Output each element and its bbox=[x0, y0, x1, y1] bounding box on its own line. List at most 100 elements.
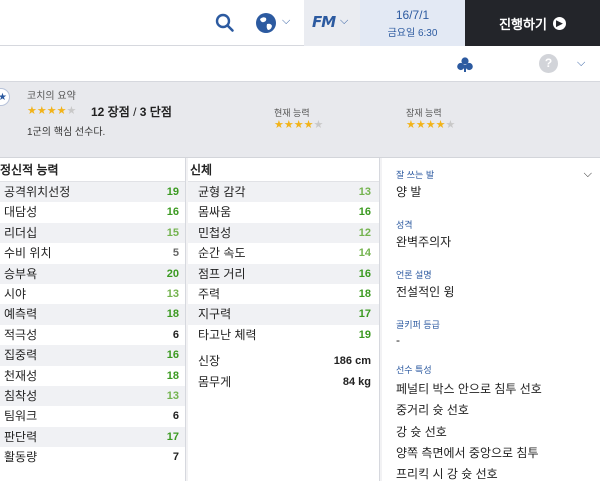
mental-attribute-row[interactable]: 집중력 16 bbox=[0, 345, 185, 366]
help-icon[interactable]: ? bbox=[539, 54, 558, 73]
physical-attribute-row[interactable]: 균형 감각 13 bbox=[188, 182, 379, 203]
chevron-down-icon[interactable]: ⌵ bbox=[282, 15, 290, 28]
player-traits-label: 선수 특성 bbox=[396, 365, 432, 375]
attribute-value: 16 bbox=[166, 349, 179, 362]
physical-attribute-row[interactable]: 점프 거리 16 bbox=[188, 263, 379, 284]
goalkeeper-rating-label: 골키퍼 등급 bbox=[396, 320, 440, 330]
attribute-name: 시야 bbox=[4, 286, 27, 301]
attribute-value: 6 bbox=[172, 410, 179, 423]
personality: 성격 완벽주의자 bbox=[382, 218, 600, 250]
trait-item: 양쪽 측면에서 중앙으로 침투 bbox=[396, 445, 539, 460]
height-row: 신장 186 cm bbox=[188, 351, 379, 371]
mental-attribute-row[interactable]: 천재성 18 bbox=[0, 366, 185, 386]
chevron-down-icon[interactable]: ⌵ bbox=[577, 57, 585, 70]
mental-attribute-row[interactable]: 승부욕 20 bbox=[0, 263, 185, 284]
preferred-foot-value: 양 발 bbox=[396, 185, 422, 199]
potential-ability-label: 잠재 능력 bbox=[406, 108, 442, 118]
trait-item: 강 슛 선호 bbox=[396, 424, 447, 439]
summary-separator: / bbox=[129, 105, 140, 119]
date-text: 16/7/1 bbox=[395, 8, 430, 22]
attribute-value: 17 bbox=[166, 430, 179, 443]
physical-attribute-row[interactable]: 주력 18 bbox=[188, 284, 379, 304]
mental-attribute-row[interactable]: 판단력 17 bbox=[0, 426, 185, 448]
physical-attribute-row[interactable]: 순간 속도 14 bbox=[188, 243, 379, 263]
attribute-value: 19 bbox=[358, 328, 371, 341]
sub-bar: ? ⌵ bbox=[0, 46, 600, 82]
current-ability-label: 현재 능력 bbox=[274, 108, 310, 118]
attribute-value: 18 bbox=[358, 287, 371, 300]
attribute-value: 18 bbox=[166, 369, 179, 382]
top-bar: ⌵ FM ⌵ 16/7/1 금요일 6:30 진행하기 ▶ bbox=[0, 0, 600, 46]
trait-item: 중거리 슛 선호 bbox=[396, 403, 469, 418]
mental-attribute-row[interactable]: 예측력 18 bbox=[0, 304, 185, 325]
weaknesses-count: 3 단점 bbox=[139, 105, 172, 119]
mental-attribute-row[interactable]: 활동량 7 bbox=[0, 447, 185, 467]
media-description: 언론 설명 전설적인 윙 bbox=[382, 268, 600, 300]
weight-value: 84 kg bbox=[342, 375, 371, 388]
attribute-value: 13 bbox=[166, 287, 179, 300]
mental-attribute-row[interactable]: 수비 위치 5 bbox=[0, 243, 185, 263]
attribute-value: 16 bbox=[358, 267, 371, 280]
attribute-name: 천재성 bbox=[4, 368, 38, 383]
mental-attribute-row[interactable]: 침착성 13 bbox=[0, 385, 185, 407]
attribute-value: 13 bbox=[166, 389, 179, 402]
media-description-value: 전설적인 윙 bbox=[396, 285, 455, 299]
attribute-value: 17 bbox=[358, 308, 371, 321]
media-description-label: 언론 설명 bbox=[396, 270, 432, 280]
preferred-foot-label: 잘 쓰는 발 bbox=[396, 170, 435, 180]
height-value: 186 cm bbox=[333, 355, 371, 368]
globe-icon[interactable] bbox=[254, 11, 278, 35]
player-info: ⌵ 잘 쓰는 발 양 발 성격 완벽주의자 언론 설명 전설적인 윙 골키퍼 등… bbox=[382, 158, 600, 481]
attribute-value: 14 bbox=[358, 247, 371, 260]
goalkeeper-rating-value: - bbox=[396, 333, 400, 347]
physical-attribute-row[interactable]: 타고난 체력 19 bbox=[188, 325, 379, 345]
attribute-name: 승부욕 bbox=[4, 266, 38, 281]
continue-button[interactable]: 진행하기 ▶ bbox=[465, 0, 600, 46]
attribute-name: 적극성 bbox=[4, 327, 38, 342]
attribute-value: 6 bbox=[172, 328, 179, 341]
attribute-name: 몸싸움 bbox=[198, 205, 232, 220]
attribute-value: 16 bbox=[166, 206, 179, 219]
attribute-value: 7 bbox=[172, 451, 179, 464]
attribute-name: 판단력 bbox=[4, 429, 38, 444]
mental-attributes: 정신적 능력 공격위치선정 19 대담성 16 리더십 15 수비 위치 5 승부욕 20 시야 13… bbox=[0, 158, 186, 481]
fm-logo: FM bbox=[312, 13, 336, 31]
mental-attribute-row[interactable]: 대담성 16 bbox=[0, 202, 185, 222]
attribute-name: 침착성 bbox=[4, 388, 38, 403]
attribute-name: 공격위치선정 bbox=[4, 185, 71, 199]
physical-attribute-row[interactable]: 지구력 17 bbox=[188, 304, 379, 325]
attribute-name: 순간 속도 bbox=[198, 246, 246, 261]
chevron-down-icon[interactable]: ⌵ bbox=[584, 168, 592, 181]
mental-attribute-row[interactable]: 리더십 15 bbox=[0, 222, 185, 244]
mental-header: 정신적 능력 bbox=[0, 158, 185, 182]
attribute-name: 타고난 체력 bbox=[198, 327, 257, 342]
physical-attribute-row[interactable]: 몸싸움 16 bbox=[188, 202, 379, 222]
attribute-value: 15 bbox=[166, 226, 179, 239]
physical-attributes: 신체 균형 감각 13 몸싸움 16 민첩성 12 순간 속도 14 점프 거리 16 주력 18 지구… bbox=[188, 158, 380, 481]
physical-attribute-row[interactable]: 민첩성 12 bbox=[188, 222, 379, 244]
clubs-icon[interactable] bbox=[456, 56, 474, 74]
weight-label: 몸무게 bbox=[198, 374, 232, 389]
personality-value: 완벽주의자 bbox=[396, 235, 452, 249]
preferred-foot: 잘 쓰는 발 양 발 bbox=[382, 168, 600, 200]
attribute-name: 예측력 bbox=[4, 307, 38, 322]
mental-attribute-row[interactable]: 적극성 6 bbox=[0, 325, 185, 345]
personality-label: 성격 bbox=[396, 220, 413, 230]
mental-attribute-row[interactable]: 팀워크 6 bbox=[0, 406, 185, 426]
attribute-name: 리더십 bbox=[4, 225, 38, 240]
physical-header: 신체 bbox=[188, 158, 379, 182]
attribute-name: 팀워크 bbox=[4, 409, 38, 424]
fm-menu[interactable]: FM ⌵ bbox=[304, 0, 360, 46]
summary-description: 1군의 핵심 선수다. bbox=[27, 127, 106, 138]
potential-ability-stars: ★ ★ ★ ★ ★ bbox=[406, 119, 456, 131]
mental-attribute-row[interactable]: 공격위치선정 19 bbox=[0, 182, 185, 203]
day-time-text: 금요일 6:30 bbox=[387, 28, 438, 39]
mental-attribute-row[interactable]: 시야 13 bbox=[0, 284, 185, 304]
arrow-right-icon: ▶ bbox=[552, 16, 566, 30]
star-badge-icon: ★ bbox=[0, 88, 10, 106]
chevron-down-icon: ⌵ bbox=[340, 15, 349, 27]
current-ability-stars: ★ ★ ★ ★ ★ bbox=[274, 119, 324, 131]
trait-item: 페널티 박스 안으로 침투 선호 bbox=[396, 382, 542, 396]
attribute-value: 19 bbox=[166, 186, 179, 198]
search-icon[interactable] bbox=[214, 12, 236, 34]
